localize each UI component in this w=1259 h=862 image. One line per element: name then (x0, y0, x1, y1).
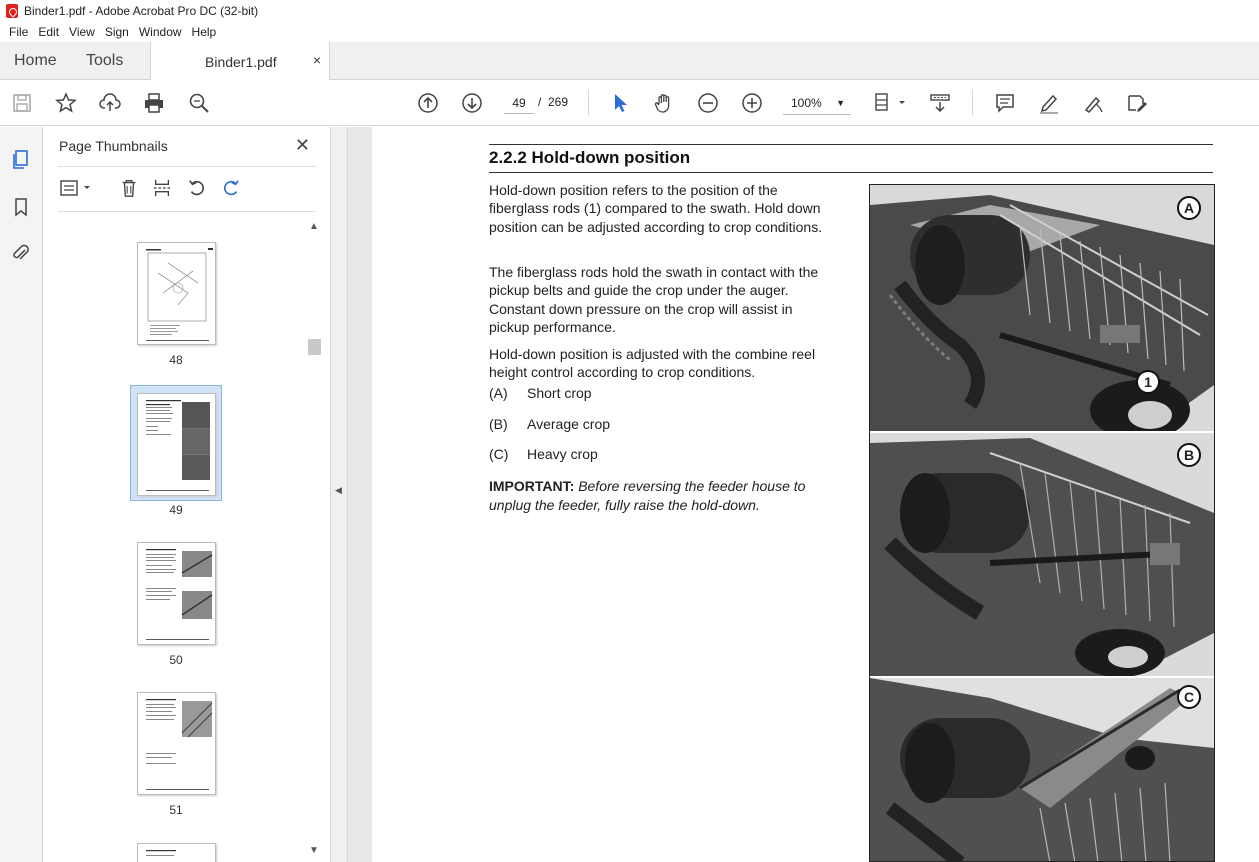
toolbar-divider (588, 90, 589, 116)
bookmark-star-icon[interactable] (54, 91, 78, 115)
menu-help[interactable]: Help (187, 25, 222, 39)
page-total: 269 (548, 95, 569, 109)
callout-b: B (1177, 443, 1201, 467)
tab-close-icon[interactable]: × (313, 52, 321, 68)
scroll-up-icon[interactable]: ▲ (309, 221, 319, 232)
photo-average-crop (870, 433, 1214, 676)
tab-tools[interactable]: Tools (86, 42, 123, 80)
thumbnail-label: 49 (169, 503, 183, 517)
photo-heavy-crop (870, 678, 1214, 861)
chevron-down-icon: ▼ (836, 98, 845, 108)
list-item: (C) Heavy crop (489, 446, 598, 462)
panel-divider-2 (58, 211, 316, 212)
menu-bar: File Edit View Sign Window Help (0, 22, 1259, 42)
photo-short-crop (870, 185, 1214, 431)
print-icon[interactable] (142, 91, 166, 115)
document-viewport: 2.2.2 Hold-down position Hold-down posit… (348, 127, 1259, 862)
fill-sign-icon[interactable] (1125, 91, 1149, 115)
thumbnail-label: 48 (169, 353, 183, 367)
title-bar: Binder1.pdf - Adobe Acrobat Pro DC (32-b… (0, 0, 1259, 22)
thumbnail-label: 51 (169, 803, 183, 817)
page-separator: / (538, 95, 542, 109)
zoom-out-icon[interactable] (696, 91, 720, 115)
thumbnail-page-50[interactable] (137, 542, 216, 645)
draw-pen-icon[interactable] (1081, 91, 1105, 115)
figure-hold-down-positions: A 1 B C (869, 184, 1215, 862)
list-item-key: (A) (489, 385, 508, 401)
menu-sign[interactable]: Sign (100, 25, 134, 39)
bookmarks-icon[interactable] (9, 195, 33, 219)
toolbar-divider-2 (972, 90, 973, 116)
hand-tool-icon[interactable] (652, 91, 676, 115)
page-number-input[interactable]: 49 (504, 92, 534, 114)
collapse-left-icon[interactable]: ◀ (335, 485, 342, 496)
window-title: Binder1.pdf - Adobe Acrobat Pro DC (32-b… (24, 4, 259, 18)
search-zoom-icon[interactable] (187, 91, 211, 115)
list-item: (B) Average crop (489, 416, 610, 432)
previous-page-icon[interactable] (416, 91, 440, 115)
panel-divider (58, 166, 316, 167)
heading-rule-top (489, 144, 1213, 145)
scroll-down-icon[interactable]: ▼ (309, 845, 319, 856)
thumbnails-panel: Page Thumbnails ✕ 48 49 50 51 ▲ ▼ (44, 127, 330, 862)
save-icon[interactable] (10, 91, 34, 115)
thumbnail-page-52[interactable] (137, 843, 216, 862)
paragraph-1: Hold-down position refers to the positio… (489, 182, 823, 235)
callout-c: C (1177, 685, 1201, 709)
scrolling-mode-icon[interactable] (928, 91, 952, 115)
important-label: IMPORTANT: (489, 478, 575, 494)
panel-collapse-handle[interactable]: ◀ (330, 127, 348, 862)
menu-view[interactable]: View (64, 25, 100, 39)
select-cursor-icon[interactable] (608, 91, 632, 115)
next-page-icon[interactable] (460, 91, 484, 115)
page-thumbnails-icon[interactable] (9, 147, 33, 171)
list-item-key: (C) (489, 446, 509, 462)
zoom-in-icon[interactable] (740, 91, 764, 115)
thumbnails-scrollbar[interactable]: ▲ ▼ (307, 221, 322, 856)
menu-edit[interactable]: Edit (33, 25, 64, 39)
pdf-page: 2.2.2 Hold-down position Hold-down posit… (372, 127, 1259, 862)
left-rail (0, 127, 43, 862)
panel-close-icon[interactable]: ✕ (295, 135, 310, 156)
zoom-value: 100% (791, 96, 822, 110)
tab-bar: Home Tools Binder1.pdf × (0, 42, 1259, 81)
tab-document[interactable]: Binder1.pdf × (150, 42, 330, 81)
paragraph-3: Hold-down position is adjusted with the … (489, 346, 816, 381)
tab-home[interactable]: Home (14, 42, 57, 80)
comment-icon[interactable] (993, 91, 1017, 115)
zoom-dropdown[interactable]: 100% ▼ (783, 91, 851, 115)
heading-rule-bottom (489, 172, 1213, 173)
thumbnail-page-49[interactable] (137, 393, 216, 496)
menu-file[interactable]: File (4, 25, 33, 39)
rotate-counterclockwise-icon[interactable] (186, 177, 208, 199)
paragraph-2: The fiberglass rods hold the swath in co… (489, 264, 819, 335)
options-menu-icon[interactable] (58, 177, 94, 199)
callout-a: A (1177, 196, 1201, 220)
delete-page-icon[interactable] (118, 177, 140, 199)
callout-1: 1 (1136, 370, 1160, 394)
toolbar (0, 80, 1259, 126)
list-item-text: Short crop (527, 385, 592, 401)
upload-cloud-icon[interactable] (98, 91, 122, 115)
menu-window[interactable]: Window (134, 25, 187, 39)
tab-document-label: Binder1.pdf (205, 54, 277, 70)
acrobat-logo-icon (6, 4, 18, 18)
insert-page-icon[interactable] (151, 177, 173, 199)
panel-title: Page Thumbnails (59, 138, 168, 154)
list-item-key: (B) (489, 416, 508, 432)
thumbnail-page-48[interactable] (137, 242, 216, 345)
important-note: IMPORTANT: Before reversing the feeder h… (489, 477, 834, 514)
rotate-clockwise-icon[interactable] (220, 177, 242, 199)
section-heading: 2.2.2 Hold-down position (489, 148, 691, 167)
list-item-text: Average crop (527, 416, 611, 432)
list-item-text: Heavy crop (527, 446, 598, 462)
highlight-pen-icon[interactable] (1037, 91, 1061, 115)
attachments-icon[interactable] (9, 241, 33, 265)
list-item: (A) Short crop (489, 385, 592, 401)
thumbnail-label: 50 (169, 653, 183, 667)
scrollbar-thumb[interactable] (308, 339, 321, 355)
page-display-icon[interactable] (872, 91, 908, 115)
thumbnail-page-51[interactable] (137, 692, 216, 795)
